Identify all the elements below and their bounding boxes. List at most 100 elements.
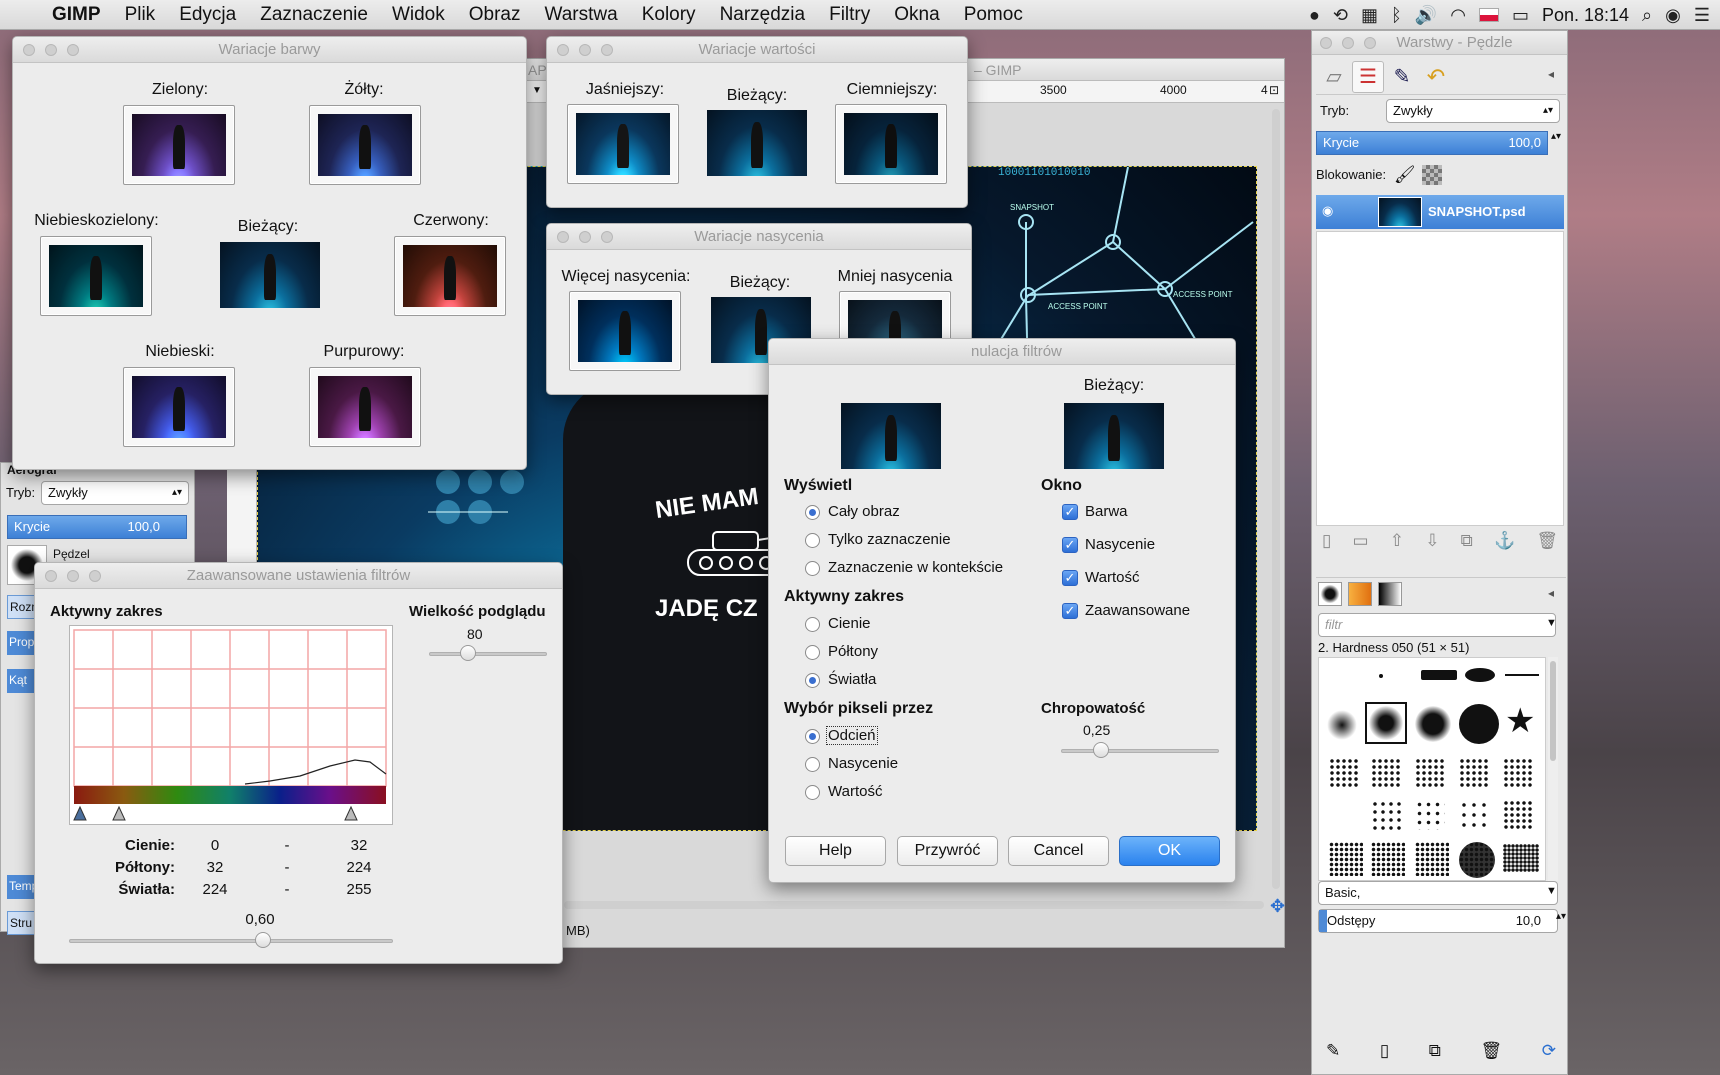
show-entire-radio[interactable] <box>805 505 820 520</box>
minimize-icon[interactable] <box>45 44 57 56</box>
brush-hardness-075[interactable] <box>1415 706 1451 742</box>
layer-row[interactable]: ◉ SNAPSHOT.psd <box>1316 195 1564 229</box>
brush-scrollbar[interactable] <box>1548 657 1558 881</box>
minimize-icon[interactable] <box>67 570 79 582</box>
horizontal-scrollbar[interactable] <box>564 901 1264 909</box>
range-shadows-radio[interactable] <box>805 617 820 632</box>
brush-grain-12[interactable] <box>1415 842 1449 876</box>
menu-layer[interactable]: Warstwa <box>533 4 630 26</box>
close-icon[interactable] <box>23 44 35 56</box>
tab-layers[interactable]: ☰ <box>1352 61 1384 93</box>
window-advanced-checkbox[interactable]: ✓ <box>1062 603 1078 619</box>
anchor-icon[interactable]: ⚓ <box>1494 531 1515 561</box>
minimize-icon[interactable] <box>579 44 591 56</box>
value-darker-preview[interactable] <box>835 104 947 184</box>
roughness-slider[interactable] <box>1061 749 1219 753</box>
navigate-icon[interactable]: ✥ <box>1270 896 1285 917</box>
window-hue-checkbox[interactable]: ✓ <box>1062 504 1078 520</box>
brush-grain-10[interactable] <box>1329 842 1363 876</box>
flow-slider[interactable]: Stru <box>7 911 37 935</box>
layer-opacity-slider[interactable]: Krycie 100,0 <box>1316 131 1548 155</box>
close-icon[interactable] <box>557 231 569 243</box>
duplicate-layer-icon[interactable]: ⧉ <box>1461 531 1473 561</box>
layer-mode-select[interactable]: Zwykły ▴▾ <box>1386 99 1560 123</box>
lock-alpha-icon[interactable] <box>1422 165 1442 185</box>
battery-icon[interactable]: ▭ <box>1512 5 1529 26</box>
select-saturation-radio[interactable] <box>805 757 820 772</box>
brush-selected[interactable] <box>1365 702 1407 744</box>
brush-tag-select[interactable]: Basic, <box>1318 881 1558 905</box>
new-brush-icon[interactable]: ▯ <box>1380 1041 1389 1071</box>
menu-file[interactable]: Plik <box>113 4 168 26</box>
edit-brush-icon[interactable]: ✎ <box>1326 1041 1340 1071</box>
ok-button[interactable]: OK <box>1119 836 1220 866</box>
close-icon[interactable] <box>1320 37 1332 49</box>
brush-star[interactable]: ★ <box>1505 704 1535 738</box>
show-selection-radio[interactable] <box>805 533 820 548</box>
brush-hard[interactable] <box>1459 704 1499 744</box>
brush-fuzzy-small[interactable] <box>1327 710 1357 740</box>
select-value-radio[interactable] <box>805 785 820 800</box>
menu-colors[interactable]: Kolory <box>630 4 708 26</box>
tag-dropdown-icon[interactable]: ▼ <box>1546 885 1557 897</box>
zoom-icon[interactable] <box>601 231 613 243</box>
tab-tool-options[interactable]: ▱ <box>1318 61 1350 93</box>
brush-dock-menu-icon[interactable]: ◂ <box>1548 586 1554 600</box>
saturation-more-preview[interactable] <box>569 291 681 371</box>
zoom-navigate-icon[interactable]: ⊡ <box>1269 83 1279 97</box>
brush-grain-6[interactable] <box>1371 800 1401 830</box>
menu-app[interactable]: GIMP <box>40 4 113 26</box>
brush-line[interactable] <box>1505 674 1539 676</box>
raise-layer-icon[interactable]: ⇧ <box>1390 531 1404 561</box>
vertical-scrollbar[interactable] <box>1272 109 1280 889</box>
cancel-button[interactable]: Cancel <box>1008 836 1109 866</box>
hue-green-preview[interactable] <box>123 105 235 185</box>
menu-filters[interactable]: Filtry <box>817 4 882 26</box>
tool-opacity-slider[interactable]: Krycie 100,0 <box>7 515 187 539</box>
size-slider[interactable]: Rozm <box>7 595 41 619</box>
roughness-slider-knob[interactable] <box>1092 742 1109 758</box>
close-icon[interactable] <box>45 570 57 582</box>
delete-layer-icon[interactable]: 🗑 <box>1536 531 1558 561</box>
opacity-spin-icon[interactable]: ▴▾ <box>1551 131 1561 142</box>
range-histogram[interactable] <box>69 625 393 825</box>
angle-slider[interactable]: Kąt <box>7 669 37 693</box>
record-icon[interactable]: ● <box>1309 5 1320 26</box>
minimize-icon[interactable] <box>579 231 591 243</box>
new-layer-icon[interactable]: ▯ <box>1322 531 1331 561</box>
zoom-icon[interactable] <box>67 44 79 56</box>
menu-select[interactable]: Zaznaczenie <box>248 4 380 26</box>
tab-undo[interactable]: ↶ <box>1420 61 1452 93</box>
reset-button[interactable]: Przywróć <box>897 836 998 866</box>
brush-grain-7[interactable] <box>1415 800 1445 830</box>
brush-grain-8[interactable] <box>1459 800 1489 830</box>
tab-patterns[interactable] <box>1348 582 1372 606</box>
close-icon[interactable] <box>557 44 569 56</box>
brush-ellipse[interactable] <box>1465 668 1495 682</box>
duplicate-brush-icon[interactable]: ⧉ <box>1429 1041 1441 1071</box>
brush-grain-9[interactable] <box>1503 800 1533 830</box>
zoom-icon[interactable] <box>601 44 613 56</box>
preview-size-slider[interactable] <box>429 652 547 656</box>
ruler-menu-icon[interactable]: ▼ <box>532 85 542 96</box>
lock-pixels-icon[interactable]: 🖌 <box>1394 165 1416 185</box>
bluetooth-icon[interactable]: ᛒ <box>1391 5 1402 26</box>
hue-yellow-preview[interactable] <box>309 105 421 185</box>
rate-slider[interactable]: Temp <box>7 875 38 899</box>
range-midtones-radio[interactable] <box>805 645 820 660</box>
value-lighter-preview[interactable] <box>567 104 679 184</box>
tab-paths[interactable]: ✎ <box>1386 61 1418 93</box>
window-value-checkbox[interactable]: ✓ <box>1062 570 1078 586</box>
brush-tiny[interactable] <box>1379 674 1383 678</box>
time-machine-icon[interactable]: ⟲ <box>1333 5 1348 26</box>
show-context-radio[interactable] <box>805 561 820 576</box>
range-highlights-radio[interactable] <box>805 673 820 688</box>
hue-cyan-preview[interactable] <box>40 236 152 316</box>
hue-red-preview[interactable] <box>394 236 506 316</box>
keyboard-icon[interactable]: ▦ <box>1361 5 1378 26</box>
brush-block[interactable] <box>1421 670 1457 680</box>
brush-grain-1[interactable] <box>1329 758 1359 788</box>
brush-filter-input[interactable]: filtr <box>1318 613 1556 637</box>
eye-icon[interactable]: ◉ <box>1322 203 1333 219</box>
help-button[interactable]: Help <box>785 836 886 866</box>
